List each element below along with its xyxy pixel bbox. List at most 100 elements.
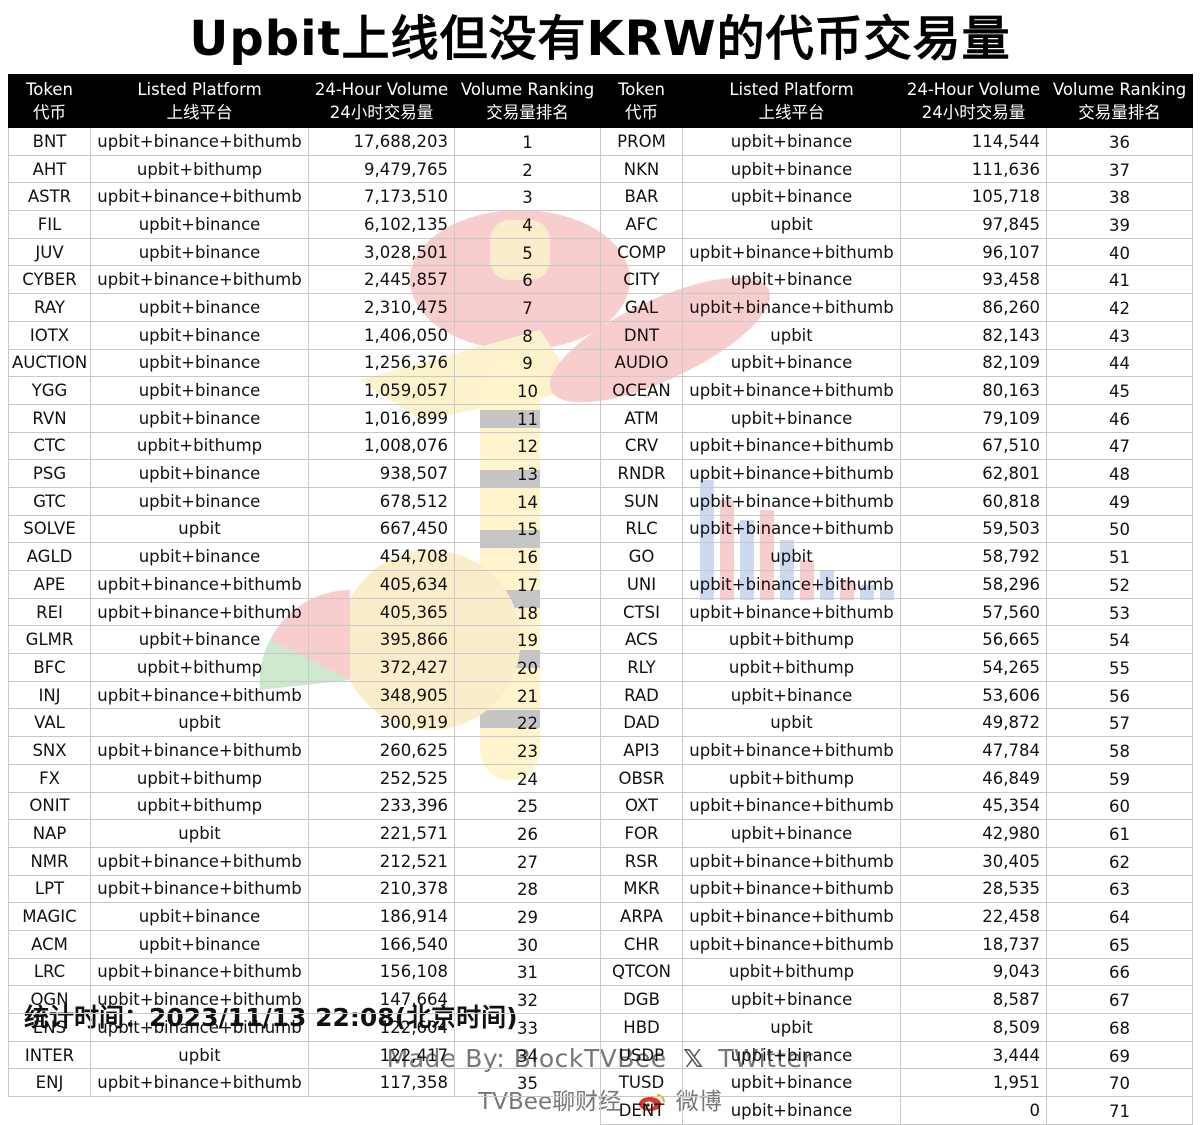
volume-cell: 17,688,203: [308, 127, 455, 156]
volume-cell: 45,354: [900, 791, 1047, 821]
token-cell: GO: [600, 542, 683, 571]
platform-cell: upbit+bithump: [90, 763, 309, 793]
volume-cell: 67,510: [900, 431, 1047, 461]
volume-cell: 1,256,376: [308, 348, 455, 378]
rank-cell: 21: [454, 680, 601, 710]
volume-cell: 395,866: [308, 625, 455, 655]
platform-cell: upbit+binance: [682, 680, 901, 710]
platform-cell: upbit: [90, 514, 309, 544]
platform-cell: upbit+binance+bithumb: [682, 431, 901, 461]
platform-cell: upbit+binance: [682, 348, 901, 378]
token-cell: ONIT: [8, 791, 91, 821]
token-cell: RAY: [8, 293, 91, 322]
volume-cell: 22,458: [900, 902, 1047, 931]
token-cell: SUN: [600, 486, 683, 516]
rank-cell: 54: [1046, 625, 1193, 655]
table-row: COMP upbit+binance+bithumb 96,107 40: [600, 237, 1193, 267]
platform-cell: upbit+binance+bithumb: [682, 597, 901, 627]
table-row: FOR upbit+binance 42,980 61: [600, 819, 1193, 848]
platform-cell: upbit+binance+bithumb: [90, 874, 309, 904]
rank-cell: 31: [454, 957, 601, 987]
page-title: Upbit上线但没有KRW的代币交易量: [189, 11, 1011, 67]
platform-cell: upbit+binance: [682, 819, 901, 848]
token-cell: DENT: [600, 1096, 683, 1125]
token-cell: BAR: [600, 182, 683, 212]
header-volume: 24-Hour Volume 24小时交易量: [900, 74, 1047, 128]
token-cell: CTC: [8, 431, 91, 461]
table-row: NMR upbit+binance+bithumb 212,521 27: [8, 846, 601, 876]
platform-cell: upbit+binance+bithumb: [682, 570, 901, 599]
rank-cell: 59: [1046, 763, 1193, 793]
table-row: QTCON upbit+bithump 9,043 66: [600, 957, 1193, 987]
volume-cell: 1,008,076: [308, 431, 455, 461]
table-row: CTSI upbit+binance+bithumb 57,560 53: [600, 597, 1193, 627]
table-row: FX upbit+bithump 252,525 24: [8, 763, 601, 793]
table-header-row: Token 代币 Listed Platform 上线平台 24-Hour Volu…: [8, 74, 601, 128]
token-cell: API3: [600, 736, 683, 765]
rank-cell: 14: [454, 486, 601, 516]
rank-cell: 11: [454, 403, 601, 433]
volume-cell: 54,265: [900, 653, 1047, 682]
volume-cell: 6,102,135: [308, 210, 455, 239]
rank-cell: 42: [1046, 293, 1193, 322]
platform-cell: upbit+binance+bithumb: [682, 874, 901, 904]
platform-cell: upbit+binance: [682, 1040, 901, 1070]
volume-cell: 47,784: [900, 736, 1047, 765]
table-row: GO upbit 58,792 51: [600, 542, 1193, 571]
rank-cell: 7: [454, 293, 601, 322]
token-cell: CTSI: [600, 597, 683, 627]
table-row: IOTX upbit+binance 1,406,050 8: [8, 320, 601, 350]
table-row: MAGIC upbit+binance 186,914 29: [8, 902, 601, 931]
volume-cell: 18,737: [900, 929, 1047, 959]
platform-cell: upbit+binance+bithumb: [90, 1068, 309, 1098]
table-row: RNDR upbit+binance+bithumb 62,801 48: [600, 459, 1193, 488]
platform-cell: upbit+binance+bithumb: [90, 957, 309, 987]
token-cell: BFC: [8, 653, 91, 682]
token-cell: AHT: [8, 154, 91, 184]
platform-cell: upbit+bithump: [682, 957, 901, 987]
token-cell: MKR: [600, 874, 683, 904]
volume-cell: 93,458: [900, 265, 1047, 295]
platform-cell: upbit+binance+bithumb: [682, 846, 901, 876]
table-row: INJ upbit+binance+bithumb 348,905 21: [8, 680, 601, 710]
volume-cell: 59,503: [900, 514, 1047, 544]
table-row: ATM upbit+binance 79,109 46: [600, 403, 1193, 433]
rank-cell: 16: [454, 542, 601, 571]
header-platform: Listed Platform 上线平台: [90, 74, 309, 128]
rank-cell: 38: [1046, 182, 1193, 212]
volume-cell: 49,872: [900, 708, 1047, 738]
platform-cell: upbit+binance+bithumb: [682, 376, 901, 405]
volume-cell: 56,665: [900, 625, 1047, 655]
rank-cell: 2: [454, 154, 601, 184]
token-cell: NAP: [8, 819, 91, 848]
platform-cell: upbit+binance+bithumb: [682, 293, 901, 322]
platform-cell: upbit+bithump: [90, 653, 309, 682]
rank-cell: 52: [1046, 570, 1193, 599]
rank-cell: 61: [1046, 819, 1193, 848]
token-cell: AFC: [600, 210, 683, 239]
platform-cell: upbit+bithump: [682, 763, 901, 793]
rank-cell: 40: [1046, 237, 1193, 267]
rank-cell: 15: [454, 514, 601, 544]
token-cell: VAL: [8, 708, 91, 738]
platform-cell: upbit+binance: [90, 403, 309, 433]
volume-cell: 221,571: [308, 819, 455, 848]
token-cell: AUCTION: [8, 348, 91, 378]
volume-cell: 79,109: [900, 403, 1047, 433]
token-cell: DNT: [600, 320, 683, 350]
token-cell: RSR: [600, 846, 683, 876]
volume-cell: 122,417: [308, 1040, 455, 1070]
token-cell: APE: [8, 570, 91, 599]
volume-cell: 97,845: [900, 210, 1047, 239]
volume-cell: 42,980: [900, 819, 1047, 848]
token-cell: ATM: [600, 403, 683, 433]
rank-cell: 44: [1046, 348, 1193, 378]
platform-cell: upbit+binance: [90, 625, 309, 655]
table-row: APE upbit+binance+bithumb 405,634 17: [8, 570, 601, 599]
rank-cell: 67: [1046, 985, 1193, 1014]
token-cell: FIL: [8, 210, 91, 239]
rank-cell: 5: [454, 237, 601, 267]
token-cell: AUDIO: [600, 348, 683, 378]
token-cell: CHR: [600, 929, 683, 959]
rank-cell: 36: [1046, 127, 1193, 156]
